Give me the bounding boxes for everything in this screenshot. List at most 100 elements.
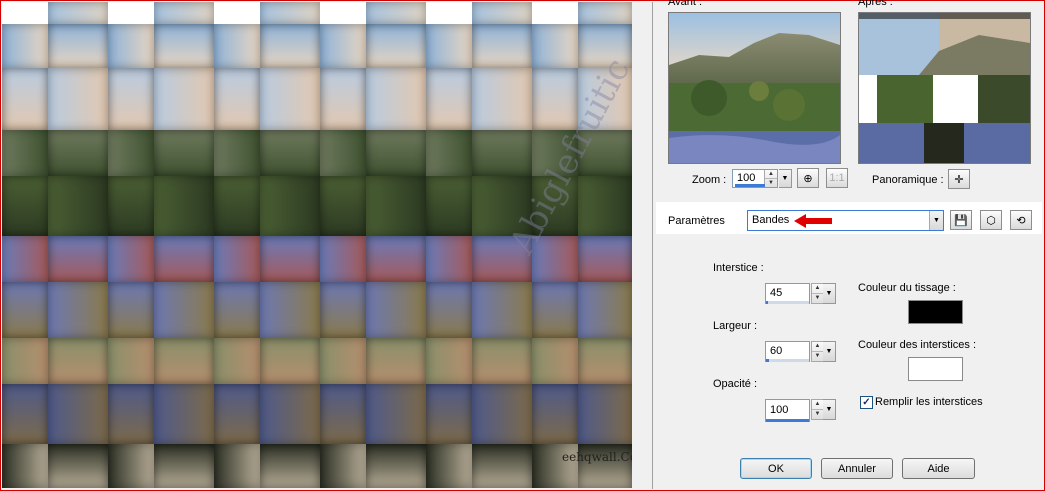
weave-tile <box>48 24 108 68</box>
weave-tile <box>472 24 532 68</box>
spin-up-icon[interactable]: ▲ <box>812 400 823 410</box>
spin-up-icon[interactable]: ▲ <box>812 342 823 352</box>
weave-tile <box>578 2 632 24</box>
zoom-input[interactable]: 100 ▲ ▼ <box>732 169 778 188</box>
spin-down-icon[interactable]: ▼ <box>812 410 823 420</box>
chevron-down-icon[interactable]: ▼ <box>779 170 791 187</box>
weave-tile <box>260 236 320 282</box>
weave-color-label: Couleur du tissage : <box>858 282 956 294</box>
zoom-spinner[interactable]: ▲ ▼ <box>764 170 777 187</box>
gap-value: 45 <box>770 287 783 299</box>
spin-up-icon[interactable]: ▲ <box>812 284 823 294</box>
opacity-slider[interactable] <box>766 419 809 422</box>
weave-tile <box>578 282 632 338</box>
chevron-down-icon[interactable]: ▼ <box>823 400 835 419</box>
weave-tile <box>214 2 260 24</box>
width-slider[interactable] <box>766 359 809 362</box>
spin-down-icon[interactable]: ▼ <box>765 179 777 188</box>
weave-tile <box>2 444 48 488</box>
width-slider-fill <box>766 359 769 362</box>
weave-tile <box>214 338 260 384</box>
weave-tile <box>154 338 214 384</box>
chevron-down-icon[interactable]: ▼ <box>823 284 835 303</box>
weave-tile <box>214 444 260 488</box>
width-dropdown[interactable]: ▼ <box>823 341 836 362</box>
gap-label: Interstice : <box>713 262 764 274</box>
save-preset-button[interactable]: 💾 <box>950 210 972 230</box>
opacity-dropdown[interactable]: ▼ <box>823 399 836 420</box>
floppy-disk-icon: 💾 <box>954 214 968 227</box>
weave-tile <box>426 338 472 384</box>
cube-preset-button[interactable]: ⬡ <box>980 210 1002 230</box>
weave-tile <box>2 384 48 444</box>
zoom-label: Zoom : <box>692 174 727 186</box>
opacity-label: Opacité : <box>713 378 758 390</box>
reset-preset-button[interactable]: ⟲ <box>1010 210 1032 230</box>
chevron-down-icon[interactable]: ▼ <box>929 211 943 230</box>
weave-tile <box>48 384 108 444</box>
weave-tile <box>260 444 320 488</box>
width-input[interactable]: 60 <box>765 341 810 362</box>
weave-tile <box>260 24 320 68</box>
spin-down-icon[interactable]: ▼ <box>812 352 823 362</box>
gap-input[interactable]: 45 <box>765 283 810 304</box>
weave-tile <box>2 130 48 176</box>
weave-tile <box>154 130 214 176</box>
weave-tile <box>2 338 48 384</box>
opacity-value: 100 <box>770 404 789 416</box>
ok-button[interactable]: OK <box>740 458 812 479</box>
spin-up-icon[interactable]: ▲ <box>765 170 777 179</box>
weave-tile <box>320 444 366 488</box>
weave-tile <box>320 176 366 236</box>
width-value: 60 <box>770 345 783 357</box>
zoom-fit-button[interactable]: ⊕ <box>797 168 819 188</box>
weave-tile <box>472 2 532 24</box>
gap-slider-fill <box>766 301 768 304</box>
weave-tile <box>426 444 472 488</box>
weave-tile <box>578 176 632 236</box>
weave-tile <box>366 236 426 282</box>
weave-tile <box>472 282 532 338</box>
zoom-actual-button[interactable]: 1:1 <box>826 168 848 188</box>
woven-image-canvas: Abiglefruitic eehqwall.Co <box>2 2 632 488</box>
weave-tile <box>426 130 472 176</box>
opacity-input[interactable]: 100 <box>765 399 810 422</box>
weave-tile <box>214 176 260 236</box>
weave-tile <box>48 338 108 384</box>
weave-tile <box>48 68 108 130</box>
opacity-slider-fill <box>766 419 809 422</box>
move-cross-icon: ✛ <box>954 173 964 186</box>
weave-color-swatch[interactable] <box>908 300 963 324</box>
weave-tile <box>578 384 632 444</box>
gap-slider[interactable] <box>766 301 809 304</box>
zoom-value: 100 <box>737 172 756 184</box>
weave-tile <box>108 176 154 236</box>
weave-tile <box>532 384 578 444</box>
weave-tile <box>366 384 426 444</box>
chevron-down-icon[interactable]: ▼ <box>823 342 835 361</box>
pan-button[interactable]: ✛ <box>948 169 970 189</box>
help-button[interactable]: Aide <box>902 458 975 479</box>
zoom-slider[interactable] <box>735 184 765 187</box>
weave-tile <box>366 130 426 176</box>
gap-color-swatch[interactable] <box>908 357 963 381</box>
weave-tile <box>320 236 366 282</box>
presets-dropdown[interactable]: Bandes ▼ <box>747 210 944 231</box>
weave-tile <box>48 176 108 236</box>
pan-label: Panoramique : <box>872 174 944 186</box>
gap-dropdown[interactable]: ▼ <box>823 283 836 304</box>
fill-gaps-checkbox[interactable]: ✓ <box>860 396 873 409</box>
weave-tile <box>366 68 426 130</box>
weave-tile <box>108 384 154 444</box>
weave-tile <box>214 24 260 68</box>
gap-color-label: Couleur des interstices : <box>858 339 976 351</box>
cancel-button[interactable]: Annuler <box>821 458 893 479</box>
spin-down-icon[interactable]: ▼ <box>812 294 823 304</box>
weave-tile <box>108 24 154 68</box>
weave-tile <box>366 2 426 24</box>
weave-tile <box>154 176 214 236</box>
weave-tile <box>472 68 532 130</box>
zoom-dropdown[interactable]: ▼ <box>779 169 792 188</box>
weave-tile <box>320 384 366 444</box>
weave-tile <box>260 130 320 176</box>
